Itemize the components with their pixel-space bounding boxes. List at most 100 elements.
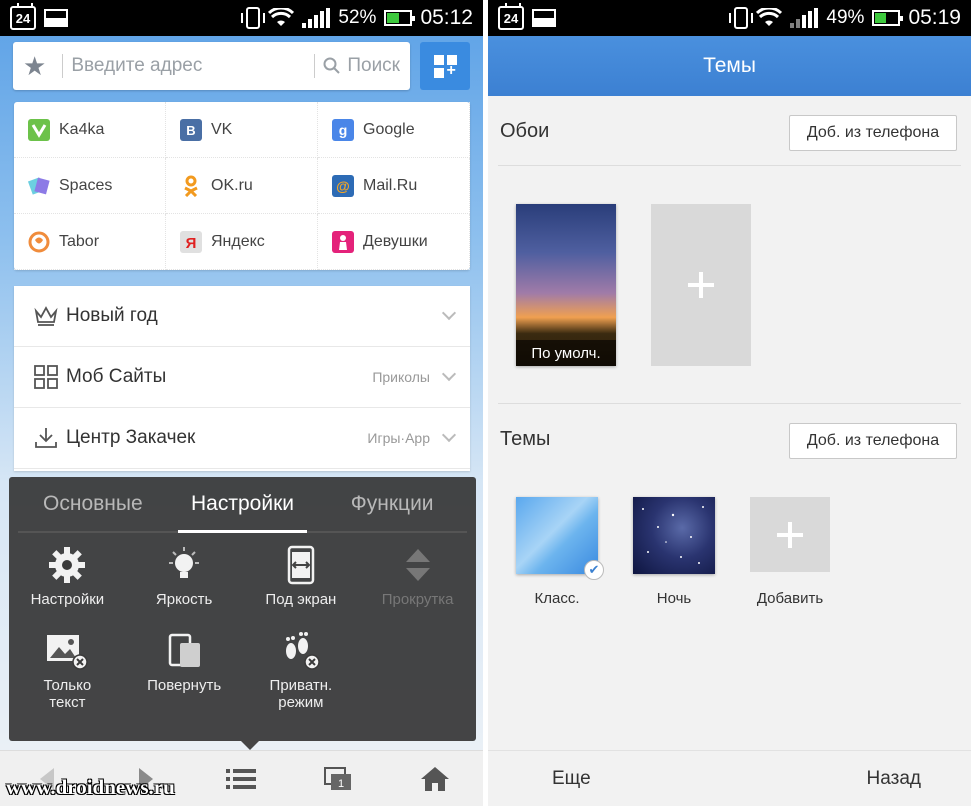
speed-dial-label: OK.ru bbox=[211, 176, 253, 194]
gallery-icon bbox=[44, 9, 68, 27]
menu-item-label: Прокрутка bbox=[381, 591, 454, 608]
calendar-icon: 24 bbox=[10, 3, 36, 30]
chevron-down-icon[interactable] bbox=[441, 366, 457, 382]
yandex-icon: Я bbox=[180, 230, 202, 253]
address-bar[interactable]: ★ Введите адрес Поиск bbox=[13, 42, 410, 90]
nav-list-item[interactable]: Центр Закачек Игры·App bbox=[14, 408, 470, 469]
menu-icon[interactable] bbox=[211, 755, 271, 803]
crown-icon bbox=[34, 304, 58, 328]
battery-icon bbox=[384, 10, 416, 26]
spaces-icon bbox=[28, 175, 50, 197]
back-button[interactable]: Назад bbox=[867, 768, 921, 790]
bulb-icon bbox=[162, 543, 206, 587]
nav-item-label: Моб Сайты bbox=[66, 366, 167, 387]
add-wallpaper-from-phone-button[interactable]: Доб. из телефона bbox=[789, 115, 957, 151]
themes-screen: 24 49% 05:19 Темы Обои Доб. из телефона … bbox=[488, 0, 971, 806]
speed-dial-label: Tabor bbox=[59, 232, 100, 250]
default-wallpaper-thumb[interactable]: По умолч. bbox=[516, 204, 616, 366]
speed-dial: Ka4ka B VK g Google Spaces OK.ru @ Mail.Ru Tabor Я… bbox=[14, 102, 470, 270]
plus-icon bbox=[688, 272, 714, 298]
nav-list-item[interactable]: Моб Сайты Приколы bbox=[14, 347, 470, 408]
speed-dial-label: Яндекс bbox=[211, 232, 265, 250]
home-icon[interactable] bbox=[405, 755, 465, 803]
chevron-down-icon[interactable] bbox=[441, 305, 457, 321]
menu-item-label: Яркость bbox=[155, 591, 213, 608]
search-button[interactable]: Поиск bbox=[323, 55, 400, 77]
calendar-icon: 24 bbox=[498, 3, 524, 30]
speed-dial-mail[interactable]: @ Mail.Ru bbox=[318, 158, 470, 214]
speed-dial-tabor[interactable]: Tabor bbox=[14, 214, 166, 270]
speed-dial-google[interactable]: g Google bbox=[318, 102, 470, 158]
menu-item-label: Повернуть bbox=[147, 677, 222, 694]
download-icon bbox=[34, 426, 58, 450]
speed-dial-label: VK bbox=[211, 120, 233, 138]
speed-dial-yandex[interactable]: Я Яндекс bbox=[166, 214, 318, 270]
more-button[interactable]: Еще bbox=[552, 768, 591, 790]
selected-check-icon: ✔ bbox=[584, 560, 604, 580]
menu-item-private-mode[interactable]: Приватн. режим bbox=[243, 629, 360, 721]
scroll-icon bbox=[396, 543, 440, 587]
rotate-icon bbox=[162, 629, 206, 673]
nav-item-sublabel: Игры·App bbox=[367, 430, 430, 446]
add-theme-from-phone-button[interactable]: Доб. из телефона bbox=[789, 423, 957, 459]
add-theme-button[interactable] bbox=[750, 497, 830, 572]
menu-item-label: Настройки bbox=[30, 591, 105, 608]
menu-item-label: Только текст bbox=[43, 677, 92, 711]
nav-item-sublabel: Приколы bbox=[372, 369, 430, 385]
address-placeholder[interactable]: Введите адрес bbox=[71, 55, 306, 77]
svg-text:@: @ bbox=[336, 178, 350, 194]
watermark: www.droidnews.ru bbox=[6, 775, 175, 799]
menu-tab[interactable]: Настройки bbox=[168, 477, 318, 533]
theme-classic-thumb[interactable]: ✔ bbox=[516, 497, 604, 580]
speed-dial-vk[interactable]: B VK bbox=[166, 102, 318, 158]
speed-dial-ok[interactable]: OK.ru bbox=[166, 158, 318, 214]
bottom-bar: Еще Назад bbox=[488, 750, 971, 806]
signal-icon bbox=[302, 8, 331, 28]
signal-icon bbox=[790, 8, 819, 28]
mail-icon: @ bbox=[332, 174, 354, 197]
browser-home-screen: 24 52% 05:12 ★ Введите адрес Поиск + Ka4… bbox=[0, 0, 483, 806]
svg-text:B: B bbox=[186, 123, 195, 138]
speed-dial-label: Google bbox=[363, 120, 415, 138]
theme-night-thumb[interactable] bbox=[633, 497, 715, 574]
wallpapers-title: Обои bbox=[500, 120, 550, 142]
battery-icon bbox=[872, 10, 904, 26]
speed-dial-girls[interactable]: Девушки bbox=[318, 214, 470, 270]
speed-dial-label: Ka4ka bbox=[59, 120, 105, 138]
clock: 05:12 bbox=[420, 6, 473, 29]
speed-dial-label: Spaces bbox=[59, 176, 113, 194]
add-wallpaper-button[interactable] bbox=[651, 204, 751, 366]
search-icon bbox=[323, 57, 341, 74]
menu-item-scroll: Прокрутка bbox=[359, 543, 476, 629]
chevron-down-icon[interactable] bbox=[441, 427, 457, 443]
menu-item-gear[interactable]: Настройки bbox=[9, 543, 126, 629]
menu-item-no-image[interactable]: Только текст bbox=[9, 629, 126, 721]
menu-tab[interactable]: Функции bbox=[317, 477, 467, 531]
speed-dial-label: Девушки bbox=[363, 232, 428, 250]
add-speed-dial-button[interactable] bbox=[420, 42, 470, 90]
battery-percent: 49% bbox=[826, 7, 865, 28]
ka4ka-icon bbox=[28, 118, 50, 141]
speed-dial-spaces[interactable]: Spaces bbox=[14, 158, 166, 214]
menu-item-rotate[interactable]: Повернуть bbox=[126, 629, 243, 721]
bookmark-star-icon[interactable]: ★ bbox=[23, 51, 46, 82]
girls-icon bbox=[332, 230, 354, 253]
google-icon: g bbox=[332, 118, 354, 141]
theme-classic-label: Класс. bbox=[534, 590, 580, 607]
menu-tab[interactable]: Основные bbox=[18, 477, 168, 531]
menu-item-bulb[interactable]: Яркость bbox=[126, 543, 243, 629]
menu-item-fit-screen[interactable]: Под экран bbox=[243, 543, 360, 629]
clock: 05:19 bbox=[908, 6, 961, 29]
speed-dial-label: Mail.Ru bbox=[363, 176, 418, 194]
private-mode-icon bbox=[279, 629, 323, 673]
vibrate-icon bbox=[241, 7, 266, 29]
status-bar: 24 49% 05:19 bbox=[488, 0, 971, 36]
svg-text:g: g bbox=[339, 122, 348, 138]
plus-icon bbox=[777, 521, 803, 548]
default-wallpaper-label: По умолч. bbox=[516, 340, 616, 366]
speed-dial-ka4ka[interactable]: Ka4ka bbox=[14, 102, 166, 158]
tabs-icon[interactable]: 1 bbox=[308, 755, 368, 803]
fit-screen-icon bbox=[279, 543, 323, 587]
menu-item-label: Приватн. режим bbox=[269, 677, 333, 711]
nav-list-item[interactable]: Новый год bbox=[14, 286, 470, 347]
